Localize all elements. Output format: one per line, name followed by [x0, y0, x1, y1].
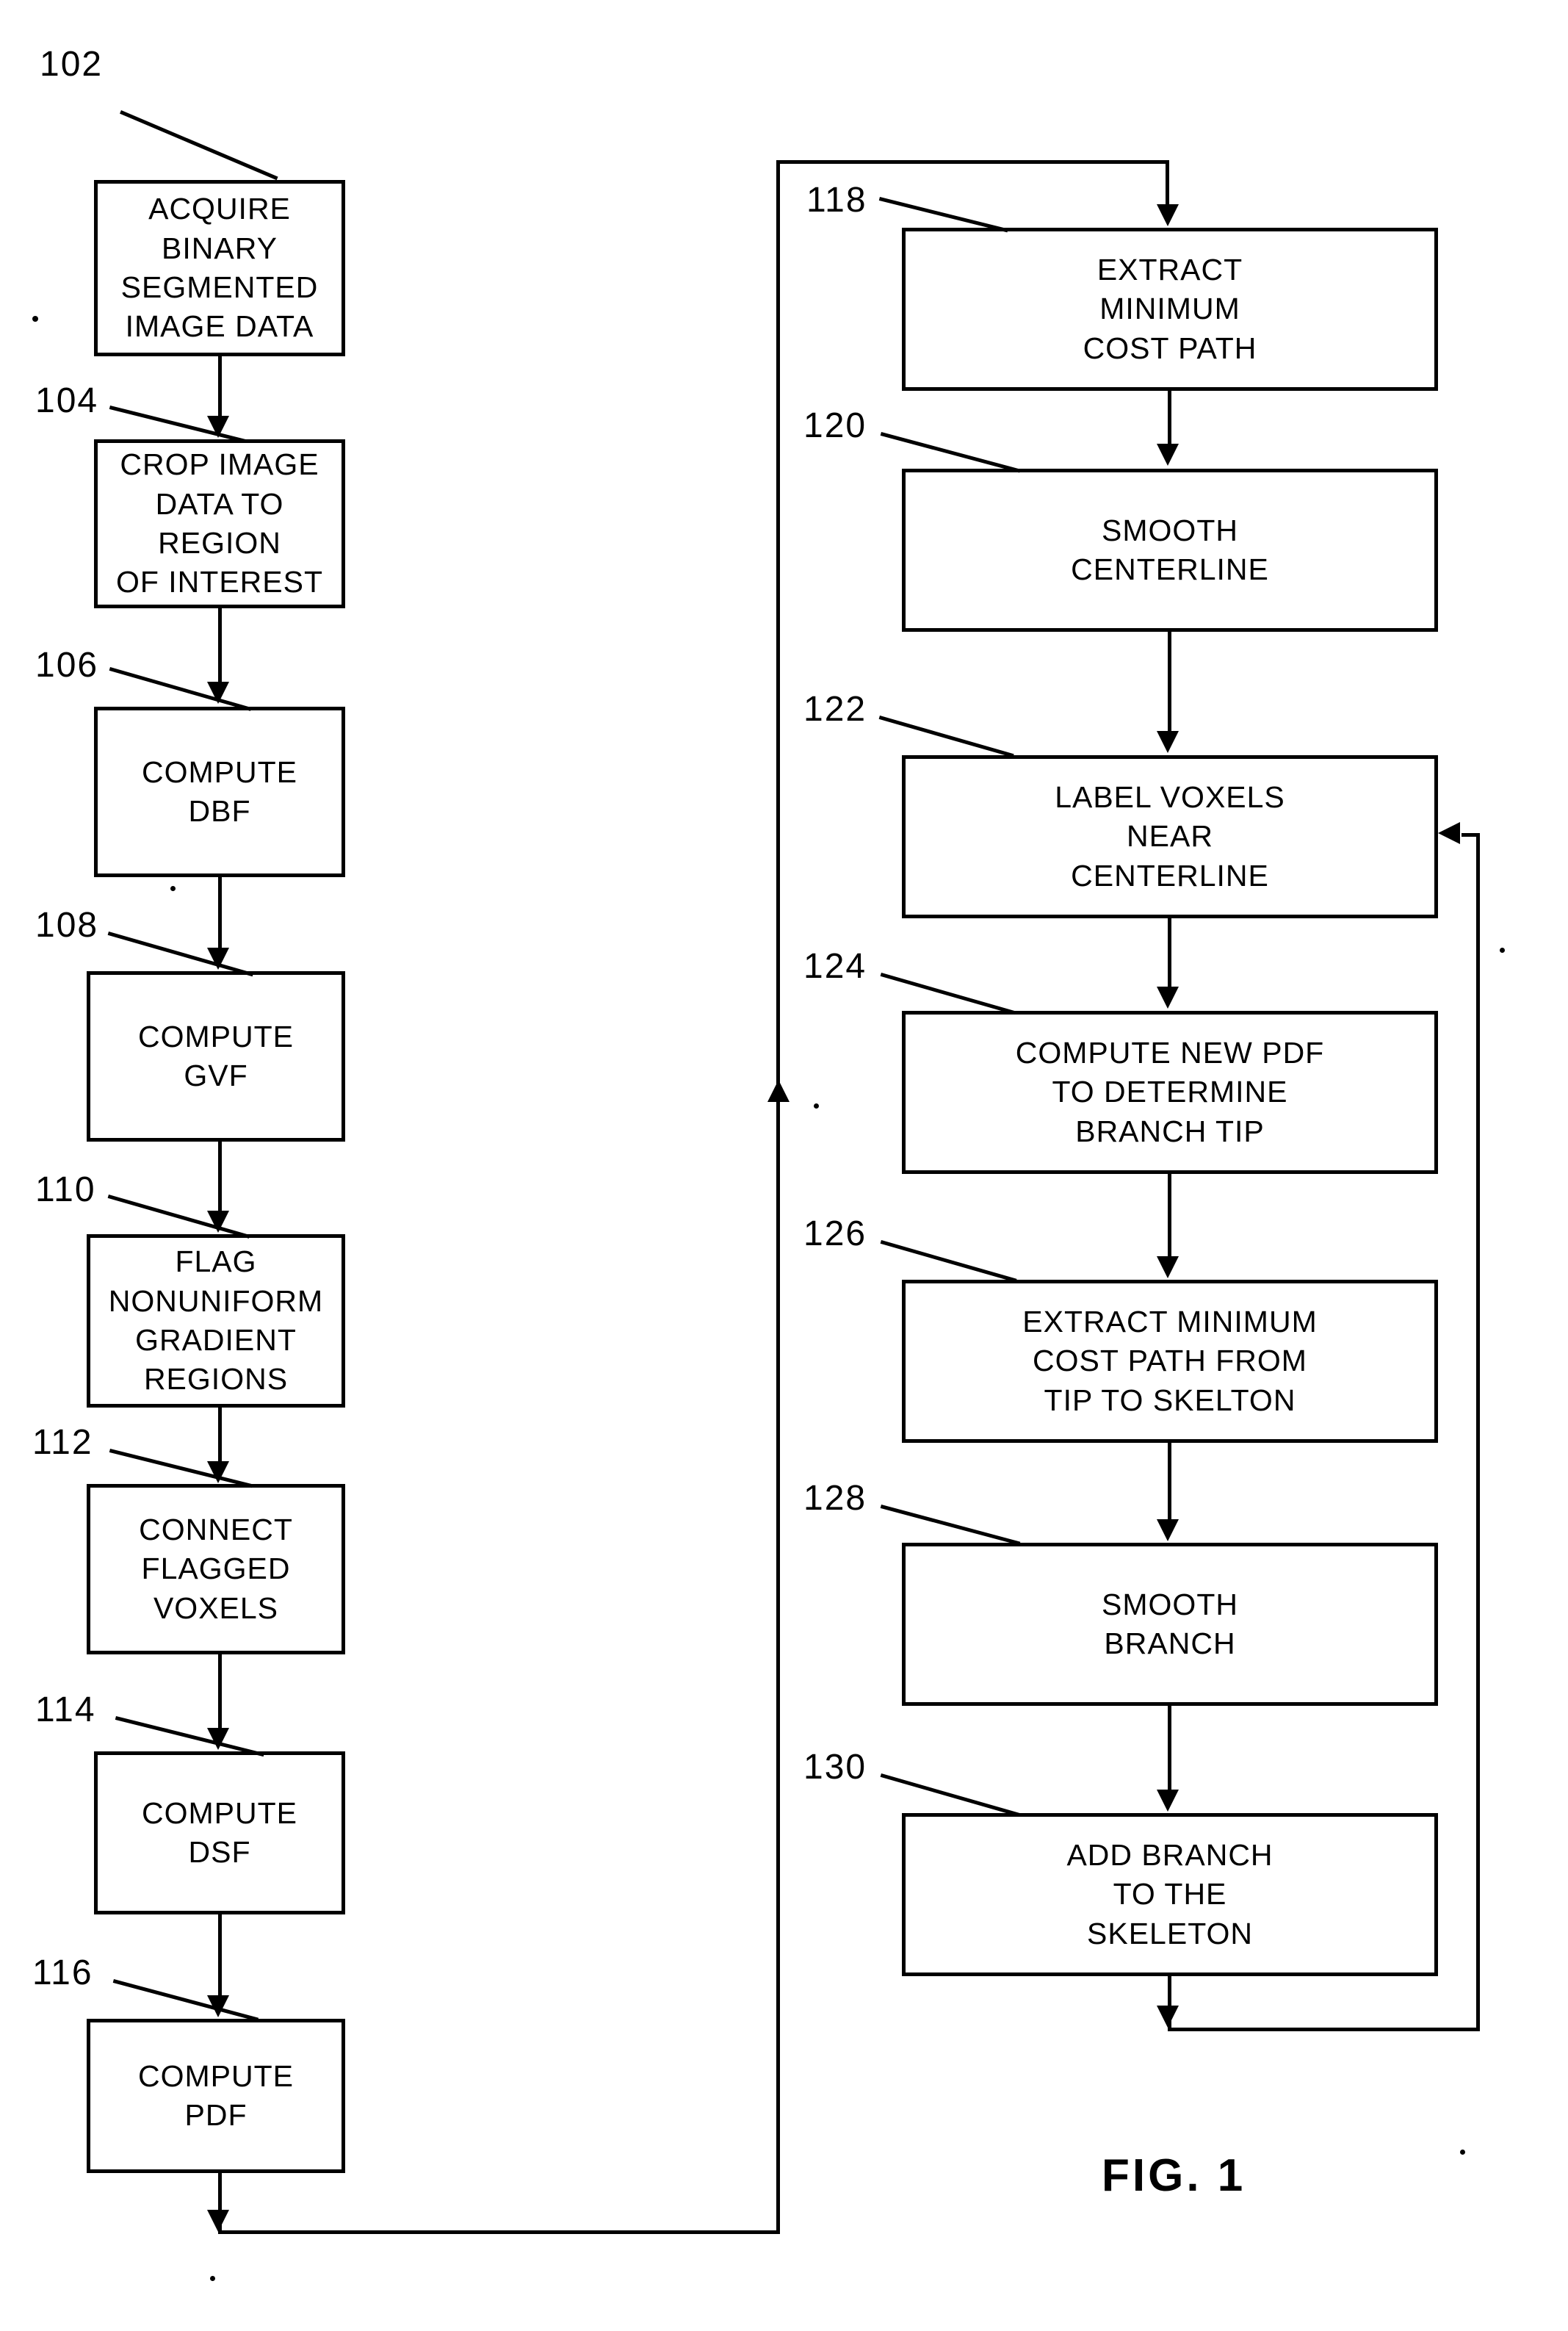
process-node-108-label: COMPUTE GVF [138, 1019, 294, 1092]
process-node-126: EXTRACT MINIMUM COST PATH FROM TIP TO SK… [902, 1280, 1438, 1443]
arrowhead-118-120 [1157, 444, 1179, 466]
process-node-124-label: COMPUTE NEW PDF TO DETERMINE BRANCH TIP [1015, 1036, 1325, 1148]
feedback-130-to-122-bottom-run [1168, 2028, 1480, 2031]
scan-speckle [210, 2276, 215, 2281]
process-node-120: SMOOTH CENTERLINE [902, 469, 1438, 632]
arrowhead-126-128 [1157, 1519, 1179, 1541]
arrowhead-124-126 [1157, 1256, 1179, 1278]
process-node-106: COMPUTE DBF [94, 707, 345, 877]
process-node-116-label: COMPUTE PDF [138, 2058, 294, 2132]
process-node-112-label: CONNECT FLAGGED VOXELS [139, 1513, 293, 1625]
process-node-114: COMPUTE DSF [94, 1751, 345, 1914]
connector-124-126 [1168, 1174, 1171, 1256]
scan-speckle [1500, 948, 1505, 953]
reference-numeral-108: 108 [35, 906, 99, 945]
process-node-128-label: SMOOTH BRANCH [1102, 1587, 1238, 1660]
process-node-122-label: LABEL VOXELS NEAR CENTERLINE [1055, 780, 1285, 893]
connector-106-108 [218, 877, 222, 948]
process-node-102: ACQUIRE BINARY SEGMENTED IMAGE DATA [94, 180, 345, 356]
leader-line-116 [112, 1979, 259, 2022]
process-node-114-label: COMPUTE DSF [142, 1795, 297, 1869]
process-node-118-label: EXTRACT MINIMUM COST PATH [1083, 253, 1257, 365]
scan-speckle [170, 886, 176, 891]
process-node-124: COMPUTE NEW PDF TO DETERMINE BRANCH TIP [902, 1011, 1438, 1174]
feedback-116-to-118-bottom-run [218, 2230, 780, 2234]
reference-numeral-120: 120 [803, 406, 867, 445]
leader-line-122 [878, 716, 1014, 758]
process-node-116: COMPUTE PDF [87, 2019, 345, 2173]
reference-numeral-104: 104 [35, 381, 99, 420]
process-node-130-label: ADD BRANCH TO THE SKELETON [1066, 1838, 1273, 1950]
process-node-126-label: EXTRACT MINIMUM COST PATH FROM TIP TO SK… [1022, 1305, 1318, 1417]
leader-line-124 [880, 973, 1016, 1015]
arrowhead-feedback-riser-up [767, 1080, 790, 1102]
connector-114-116 [218, 1914, 222, 1995]
reference-numeral-122: 122 [803, 690, 867, 729]
process-node-112: CONNECT FLAGGED VOXELS [87, 1484, 345, 1654]
scan-speckle [814, 1103, 819, 1109]
leader-line-120 [880, 432, 1021, 473]
connector-104-106 [218, 608, 222, 682]
leader-line-126 [880, 1240, 1017, 1283]
process-node-108: COMPUTE GVF [87, 971, 345, 1142]
connector-108-110 [218, 1142, 222, 1211]
leader-line-112 [109, 1449, 253, 1488]
reference-numeral-124: 124 [803, 947, 867, 986]
connector-112-114 [218, 1654, 222, 1728]
reference-numeral-116: 116 [32, 1953, 93, 1992]
arrowhead-120-122 [1157, 731, 1179, 753]
process-node-122: LABEL VOXELS NEAR CENTERLINE [902, 755, 1438, 918]
reference-numeral-126: 126 [803, 1214, 867, 1253]
leader-line-108 [107, 932, 254, 977]
connector-128-130 [1168, 1706, 1171, 1790]
process-node-118: EXTRACT MINIMUM COST PATH [902, 228, 1438, 391]
connector-122-124 [1168, 918, 1171, 987]
arrowhead-feedback-into-118 [1157, 204, 1179, 226]
process-node-110: FLAG NONUNIFORM GRADIENT REGIONS [87, 1234, 345, 1408]
leader-line-130 [880, 1773, 1020, 1817]
feedback-130-to-122-entry-run [1462, 833, 1479, 837]
leader-line-114 [115, 1716, 264, 1757]
reference-numeral-112: 112 [32, 1423, 93, 1462]
process-node-104: CROP IMAGE DATA TO REGION OF INTEREST [94, 439, 345, 608]
process-node-110-label: FLAG NONUNIFORM GRADIENT REGIONS [108, 1244, 324, 1397]
process-node-120-label: SMOOTH CENTERLINE [1071, 513, 1269, 586]
arrowhead-122-124 [1157, 987, 1179, 1009]
leader-line-106 [109, 667, 252, 711]
reference-numeral-110: 110 [35, 1170, 96, 1209]
reference-numeral-106: 106 [35, 646, 99, 685]
figure-caption: FIG. 1 [1102, 2150, 1246, 2201]
leader-line-102 [120, 110, 278, 181]
process-node-102-label: ACQUIRE BINARY SEGMENTED IMAGE DATA [120, 192, 319, 344]
arrowhead-feedback-130-down [1157, 2006, 1179, 2028]
patent-figure-page: ACQUIRE BINARY SEGMENTED IMAGE DATA CROP… [0, 0, 1568, 2331]
connector-126-128 [1168, 1443, 1171, 1519]
reference-numeral-130: 130 [803, 1748, 867, 1787]
scan-speckle [32, 316, 38, 322]
process-node-130: ADD BRANCH TO THE SKELETON [902, 1813, 1438, 1976]
process-node-128: SMOOTH BRANCH [902, 1543, 1438, 1706]
leader-line-128 [880, 1505, 1021, 1546]
connector-110-112 [218, 1408, 222, 1462]
scan-speckle [1460, 2150, 1465, 2155]
feedback-116-to-118-drop [1166, 160, 1169, 206]
process-node-104-label: CROP IMAGE DATA TO REGION OF INTEREST [115, 447, 324, 599]
connector-120-122 [1168, 632, 1171, 732]
reference-numeral-128: 128 [803, 1479, 867, 1518]
feedback-116-to-118-top-run [776, 160, 1169, 164]
connector-118-120 [1168, 391, 1171, 444]
reference-numeral-118: 118 [806, 181, 867, 220]
connector-102-104 [218, 356, 222, 417]
reference-numeral-114: 114 [35, 1690, 96, 1729]
process-node-106-label: COMPUTE DBF [142, 754, 297, 828]
arrowhead-128-130 [1157, 1790, 1179, 1812]
arrowhead-feedback-into-122 [1438, 822, 1460, 844]
reference-numeral-102: 102 [40, 45, 104, 84]
arrowhead-feedback-116-down [207, 2210, 229, 2232]
feedback-130-to-122-riser [1476, 833, 1480, 2029]
feedback-116-to-118-riser [776, 160, 780, 2232]
